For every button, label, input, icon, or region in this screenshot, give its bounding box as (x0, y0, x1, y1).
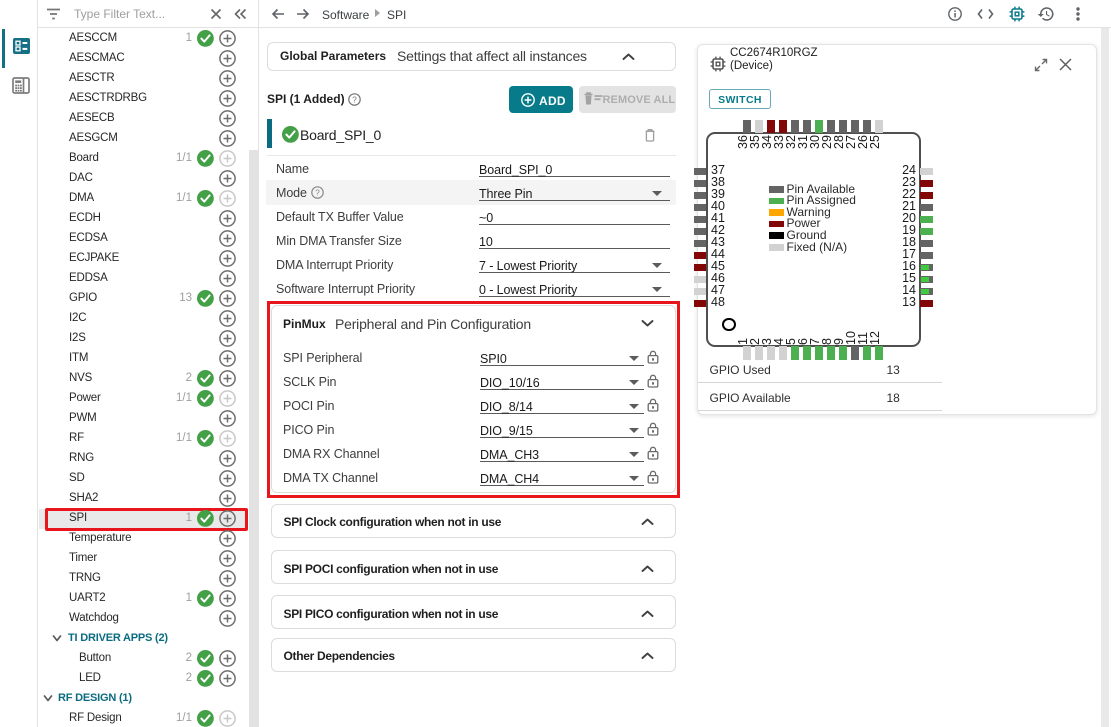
svg-text:?: ? (352, 94, 357, 104)
svg-text:?: ? (315, 187, 320, 197)
